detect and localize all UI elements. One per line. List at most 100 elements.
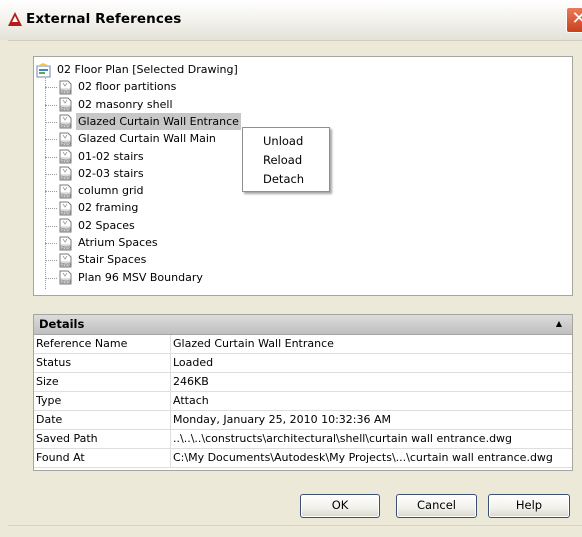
dialog-bottom-edge: [8, 525, 582, 526]
tree-item[interactable]: DWG 02-03 stairs: [58, 165, 146, 182]
details-row: Found At C:\My Documents\Autodesk\My Proj…: [34, 449, 572, 468]
tree-item[interactable]: DWG Stair Spaces: [58, 251, 148, 268]
dwg-file-icon: DWG: [58, 166, 73, 181]
tree-item[interactable]: DWG 02 floor partitions: [58, 78, 178, 95]
svg-text:DWG: DWG: [62, 262, 71, 266]
details-key: Status: [36, 356, 72, 369]
tree-branch-line: [45, 104, 57, 106]
tree-item-label: 02 floor partitions: [78, 80, 177, 94]
tree-branch-line: [45, 173, 57, 175]
dwg-file-icon: DWG: [58, 184, 73, 199]
app-logo-icon: [7, 11, 23, 27]
dwg-file-icon: DWG: [58, 253, 73, 268]
tree-branch-line: [45, 277, 57, 279]
svg-text:DWG: DWG: [62, 228, 71, 232]
dialog-edge: [0, 40, 8, 537]
tree-item-label: 02 Spaces: [78, 218, 135, 232]
title-bar: External References ✕: [0, 0, 582, 41]
svg-text:DWG: DWG: [62, 176, 71, 180]
tree-branch-line: [45, 260, 57, 262]
close-button[interactable]: ✕: [566, 7, 582, 33]
dwg-file-icon: DWG: [58, 97, 73, 112]
tree-item[interactable]: DWG 02 masonry shell: [58, 96, 175, 113]
details-row: Date Monday, January 25, 2010 10:32:36 AM: [34, 411, 572, 430]
context-menu: Unload Reload Detach: [242, 127, 330, 192]
tree-item-label: 02 framing: [78, 201, 139, 215]
cancel-button[interactable]: Cancel: [396, 494, 477, 518]
details-value: Loaded: [173, 356, 214, 369]
tree-branch-line: [45, 87, 57, 89]
column-divider: [170, 373, 171, 391]
tree-item[interactable]: DWG Glazed Curtain Wall Main: [58, 130, 218, 147]
svg-text:DWG: DWG: [62, 124, 71, 128]
tree-item-label: 02-03 stairs: [78, 166, 144, 180]
menu-item-detach[interactable]: Detach: [263, 170, 304, 188]
details-row: Type Attach: [34, 392, 572, 411]
dwg-file-icon: DWG: [58, 149, 73, 164]
tree-item-label: 01-02 stairs: [78, 149, 144, 163]
details-title: Details: [39, 317, 85, 331]
tree-item-label: 02 masonry shell: [78, 97, 173, 111]
dwg-file-icon: DWG: [58, 201, 73, 216]
tree-item-label: Glazed Curtain Wall Entrance: [76, 112, 241, 130]
details-panel: Details ▲ Reference Name Glazed Curtain W…: [33, 314, 573, 471]
details-value: Attach: [173, 394, 209, 407]
tree-branch-line: [45, 243, 57, 244]
tree-item-label: Stair Spaces: [78, 253, 147, 267]
close-icon: ✕: [571, 8, 582, 29]
details-key: Saved Path: [36, 432, 98, 445]
details-value: ..\..\..\constructs\architectural\shell\…: [173, 432, 513, 445]
details-value: C:\My Documents\Autodesk\My Projects\...…: [173, 451, 553, 464]
column-divider: [170, 411, 171, 429]
svg-text:DWG: DWG: [62, 245, 71, 249]
tree-branch-line: [45, 191, 57, 193]
menu-item-unload[interactable]: Unload: [263, 132, 303, 150]
dwg-file-icon: DWG: [58, 114, 73, 129]
column-divider: [170, 335, 171, 353]
details-value: 246KB: [173, 375, 209, 388]
collapse-up-icon[interactable]: ▲: [556, 319, 562, 328]
dwg-file-icon: DWG: [58, 132, 73, 147]
tree-item[interactable]: DWG Glazed Curtain Wall Entrance: [58, 112, 241, 130]
details-key: Found At: [36, 451, 85, 464]
details-row: Status Loaded: [34, 354, 572, 373]
dwg-file-icon: DWG: [58, 218, 73, 233]
tree-item[interactable]: DWG column grid: [58, 182, 146, 199]
tree-branch-line: [45, 139, 57, 141]
details-row: Saved Path ..\..\..\constructs\architectu…: [34, 430, 572, 449]
details-value: Monday, January 25, 2010 10:32:36 AM: [173, 413, 392, 426]
svg-text:DWG: DWG: [62, 193, 71, 197]
tree-branch-line: [45, 225, 57, 227]
tree-root-item[interactable]: 02 Floor Plan [Selected Drawing]: [36, 61, 240, 78]
tree-branch-line: [45, 156, 57, 158]
tree-item[interactable]: DWG 01-02 stairs: [58, 148, 146, 165]
tree-branch-line: [45, 121, 57, 123]
tree-item[interactable]: DWG Plan 96 MSV Boundary: [58, 269, 205, 286]
tree-item-label: Atrium Spaces: [78, 236, 158, 249]
details-key: Reference Name: [36, 337, 128, 350]
tree-item[interactable]: DWG 02 Spaces: [58, 217, 137, 234]
tree-item[interactable]: DWG Atrium Spaces: [58, 234, 160, 251]
svg-text:DWG: DWG: [62, 141, 71, 145]
details-key: Size: [36, 375, 59, 388]
drawing-root-icon: [36, 62, 52, 78]
column-divider: [170, 354, 171, 372]
tree-item-label: Glazed Curtain Wall Main: [78, 132, 216, 146]
tree-guide-line: [45, 74, 46, 289]
column-divider: [170, 449, 171, 467]
details-value: Glazed Curtain Wall Entrance: [173, 337, 334, 350]
tree-item[interactable]: DWG 02 framing: [58, 199, 140, 216]
tree-root-label: 02 Floor Plan [Selected Drawing]: [57, 63, 238, 76]
svg-text:DWG: DWG: [62, 280, 71, 284]
details-row: Size 246KB: [34, 373, 572, 392]
svg-text:DWG: DWG: [62, 89, 71, 93]
help-button[interactable]: Help: [488, 494, 570, 518]
dwg-file-icon: DWG: [58, 236, 73, 251]
details-header[interactable]: Details ▲: [34, 315, 572, 335]
svg-text:DWG: DWG: [62, 107, 71, 111]
tree-item-label: Plan 96 MSV Boundary: [78, 270, 203, 284]
ok-button[interactable]: OK: [300, 494, 380, 518]
dwg-file-icon: DWG: [58, 270, 73, 285]
column-divider: [170, 430, 171, 448]
menu-item-reload[interactable]: Reload: [263, 151, 302, 169]
